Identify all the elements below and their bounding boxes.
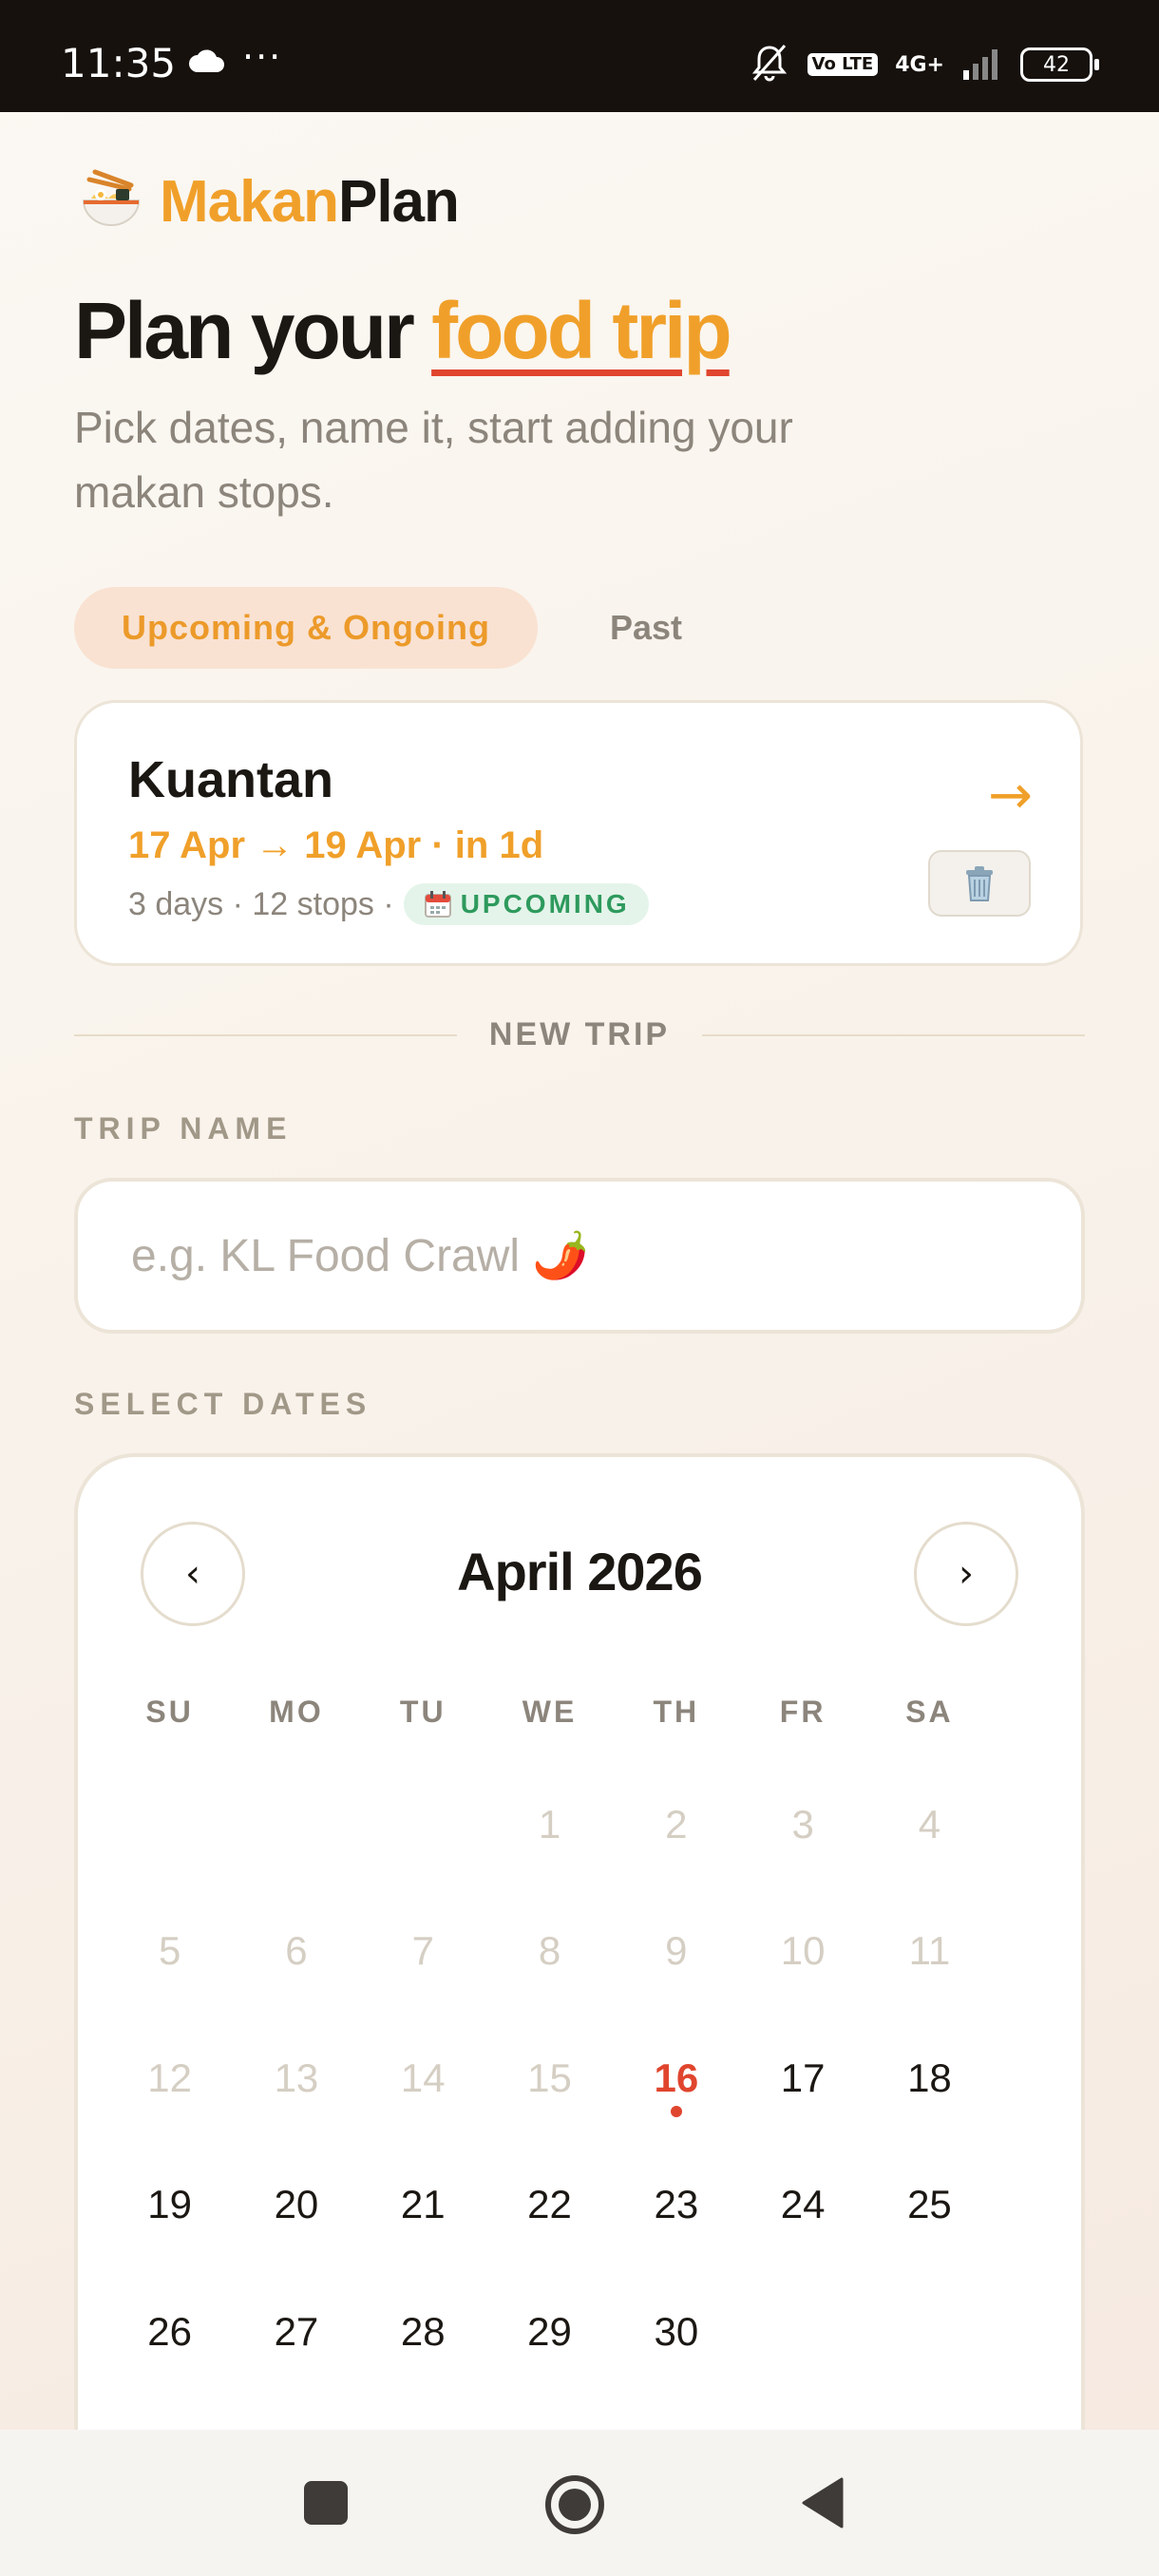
weekday-fr: FR: [779, 1695, 826, 1729]
tab-upcoming-ongoing[interactable]: Upcoming & Ongoing: [74, 587, 538, 669]
weekday-mo: MO: [269, 1695, 324, 1729]
recent-apps-button[interactable]: [302, 2473, 350, 2530]
trip-meta-text: 3 days · 12 stops ·: [128, 885, 394, 922]
calendar-day-15: 15: [527, 2055, 572, 2100]
network-type: 4G+: [895, 52, 944, 77]
calendar-day-24[interactable]: 24: [739, 2142, 865, 2269]
calendar-day-21[interactable]: 21: [360, 2142, 486, 2269]
app-name-part-1: Makan: [160, 168, 339, 235]
back-button[interactable]: [800, 2473, 847, 2530]
calendar-day-13: 13: [274, 2055, 319, 2100]
calendar-blank-cell: [360, 1761, 486, 1888]
battery-icon: 42: [1020, 47, 1099, 82]
status-bar: 11:35 ··· Vo LTE 4G+ 42: [0, 0, 1159, 112]
calendar-day-11: 11: [908, 1928, 951, 1974]
tab-past[interactable]: Past: [570, 587, 722, 669]
trip-name-label: TRIP NAME: [74, 1111, 293, 1146]
weekday-we: WE: [522, 1695, 578, 1729]
home-button[interactable]: [543, 2473, 606, 2536]
more-notifications-icon: ···: [242, 36, 283, 78]
calendar-day-10: 10: [780, 1928, 826, 1974]
app-name-part-2: Plan: [337, 168, 460, 235]
muted-bell-icon: [749, 42, 790, 87]
delete-trip-button[interactable]: [928, 850, 1031, 917]
divider-line: [74, 1033, 457, 1036]
trip-dates: 17 Apr → 19 Apr · in 1d: [128, 824, 544, 866]
calendar-day-8: 8: [538, 1928, 561, 1974]
calendar-day-29[interactable]: 29: [486, 2268, 613, 2396]
calendar-day-20[interactable]: 20: [233, 2142, 359, 2269]
trip-name: Kuantan: [128, 751, 333, 808]
calendar-day-7: 7: [411, 1928, 434, 1974]
noodle-bowl-icon: [82, 169, 141, 226]
calendar-day-3: 3: [791, 1801, 814, 1847]
calendar-day-16[interactable]: 16: [613, 2015, 739, 2142]
trip-name-input[interactable]: [74, 1178, 1085, 1334]
calendar-day-6: 6: [285, 1928, 308, 1974]
calendar-day-25[interactable]: 25: [866, 2142, 993, 2269]
weekday-header: SU MO TU WE TH FR SA: [106, 1695, 1056, 1730]
calendar-day-9: 9: [665, 1928, 688, 1974]
open-trip-arrow-icon[interactable]: →: [988, 765, 1033, 826]
calendar-day-4: 4: [918, 1801, 941, 1847]
calendar-day-28[interactable]: 28: [360, 2268, 486, 2396]
calendar-blank-cell: [106, 1761, 233, 1888]
calendar-day-17[interactable]: 17: [739, 2015, 865, 2142]
calendar-icon: [424, 891, 451, 918]
cloud-icon: [188, 49, 226, 78]
signal-icon: [961, 46, 1003, 84]
system-navigation-bar: [0, 2430, 1159, 2576]
calendar-day-30[interactable]: 30: [613, 2268, 739, 2396]
trash-icon: [966, 866, 993, 901]
weekday-tu: TU: [399, 1695, 446, 1729]
calendar-day-19[interactable]: 19: [106, 2142, 233, 2269]
page-title-prefix: Plan your: [74, 286, 432, 375]
calendar-blank-cell: [233, 1761, 359, 1888]
select-dates-label: SELECT DATES: [74, 1387, 372, 1421]
status-badge: UPCOMING: [403, 883, 649, 925]
calendar-days-grid: 1 2 3 4 5 6 7 8 9 10 11 12 13 14 15 16 17 18 19 20 21 22 23 24 2…: [106, 1761, 1056, 2396]
date-picker-calendar: ‹ April 2026 › SU MO TU WE TH FR SA 1234567891…: [74, 1453, 1085, 2460]
page-subtitle: Pick dates, name it, start adding your m…: [74, 403, 793, 517]
new-trip-heading: NEW TRIP: [488, 1016, 671, 1052]
volte-icon: Vo LTE: [807, 53, 879, 76]
app-logo: MakanPlan: [76, 166, 460, 237]
calendar-day-27[interactable]: 27: [233, 2268, 359, 2396]
status-badge-label: UPCOMING: [460, 889, 630, 919]
calendar-day-18[interactable]: 18: [866, 2015, 993, 2142]
weekday-su: SU: [145, 1695, 194, 1729]
calendar-day-12: 12: [147, 2055, 192, 2100]
app-name: MakanPlan: [160, 168, 460, 236]
page-title: Plan your food trip: [74, 285, 732, 377]
new-trip-divider: NEW TRIP: [74, 1016, 1085, 1053]
calendar-day-14: 14: [400, 2055, 446, 2100]
trip-card[interactable]: Kuantan 17 Apr → 19 Apr · in 1d 3 days ·…: [74, 700, 1083, 966]
calendar-day-22[interactable]: 22: [486, 2142, 613, 2269]
calendar-day-1: 1: [538, 1801, 561, 1847]
calendar-day-26[interactable]: 26: [106, 2268, 233, 2396]
status-time: 11:35: [61, 40, 177, 86]
calendar-day-5: 5: [158, 1928, 181, 1974]
next-month-button[interactable]: ›: [914, 1522, 1018, 1626]
weekday-sa: SA: [905, 1695, 954, 1729]
calendar-day-2: 2: [665, 1801, 688, 1847]
page-title-highlight: food trip: [431, 286, 732, 375]
weekday-th: TH: [653, 1695, 700, 1729]
calendar-day-23[interactable]: 23: [613, 2142, 739, 2269]
divider-line: [702, 1033, 1085, 1036]
trip-meta: 3 days · 12 stops · UPCOMING: [128, 883, 649, 925]
